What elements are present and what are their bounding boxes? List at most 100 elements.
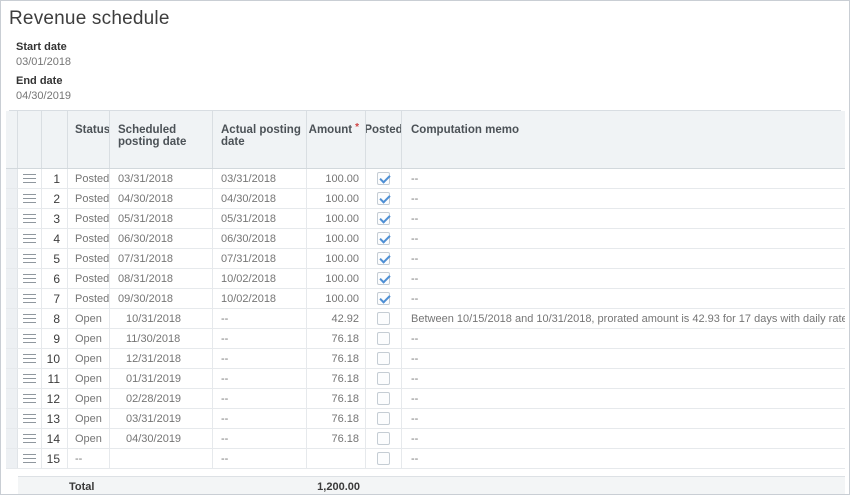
drag-handle[interactable] <box>18 409 42 428</box>
drag-handle[interactable] <box>18 229 42 248</box>
amount-cell[interactable]: 76.18 <box>307 389 366 408</box>
scheduled-date-cell[interactable]: 11/30/2018 <box>110 329 213 348</box>
row-gutter-cell <box>6 429 18 448</box>
scheduled-date-cell[interactable]: 03/31/2018 <box>110 169 213 188</box>
row-number: 4 <box>42 229 68 248</box>
amount-cell[interactable]: 100.00 <box>307 209 366 228</box>
amount-header: Amount * <box>307 111 366 168</box>
amount-cell[interactable]: 100.00 <box>307 229 366 248</box>
row-gutter-cell <box>6 289 18 308</box>
start-date-label: Start date <box>16 41 841 53</box>
table-row: 1 Posted 03/31/2018 03/31/2018 100.00 -- <box>6 169 845 189</box>
status-cell: Posted <box>68 169 110 188</box>
posted-checkbox[interactable] <box>377 312 390 325</box>
scheduled-date-cell[interactable]: 09/30/2018 <box>110 289 213 308</box>
drag-grip-icon <box>23 194 36 203</box>
scheduled-date-cell[interactable]: 01/31/2019 <box>110 369 213 388</box>
scheduled-date-cell[interactable]: 10/31/2018 <box>110 309 213 328</box>
posted-checkbox[interactable] <box>377 332 390 345</box>
row-number: 11 <box>42 369 68 388</box>
scheduled-date-cell[interactable]: 06/30/2018 <box>110 229 213 248</box>
row-gutter-cell <box>6 209 18 228</box>
amount-cell[interactable]: 42.92 <box>307 309 366 328</box>
computation-memo-cell: -- <box>402 249 845 268</box>
amount-cell[interactable]: 76.18 <box>307 369 366 388</box>
actual-date-cell: 06/30/2018 <box>213 229 307 248</box>
scheduled-date-cell[interactable]: 02/28/2019 <box>110 389 213 408</box>
posted-checkbox[interactable] <box>377 352 390 365</box>
amount-cell[interactable]: 76.18 <box>307 409 366 428</box>
drag-handle[interactable] <box>18 249 42 268</box>
amount-cell[interactable]: 100.00 <box>307 249 366 268</box>
computation-memo-cell: -- <box>402 349 845 368</box>
status-cell: Posted <box>68 249 110 268</box>
posted-checkbox[interactable] <box>377 412 390 425</box>
posted-checkbox[interactable] <box>377 252 390 265</box>
total-label: Total <box>69 481 94 493</box>
amount-cell[interactable]: 100.00 <box>307 189 366 208</box>
drag-handle[interactable] <box>18 209 42 228</box>
posted-checkbox[interactable] <box>377 172 390 185</box>
date-fields: Start date 03/01/2018 End date 04/30/201… <box>16 41 841 102</box>
row-number: 14 <box>42 429 68 448</box>
drag-handle[interactable] <box>18 269 42 288</box>
posted-checkbox[interactable] <box>377 432 390 445</box>
amount-cell[interactable]: 76.18 <box>307 349 366 368</box>
drag-handle[interactable] <box>18 349 42 368</box>
scheduled-date-cell[interactable]: 04/30/2019 <box>110 429 213 448</box>
scheduled-date-cell[interactable]: 12/31/2018 <box>110 349 213 368</box>
posted-checkbox[interactable] <box>377 392 390 405</box>
actual-date-cell: 10/02/2018 <box>213 269 307 288</box>
scheduled-date-cell[interactable]: 04/30/2018 <box>110 189 213 208</box>
amount-cell[interactable]: 100.00 <box>307 269 366 288</box>
drag-grip-icon <box>23 354 36 363</box>
drag-grip-icon <box>23 394 36 403</box>
row-gutter-cell <box>6 189 18 208</box>
row-number: 3 <box>42 209 68 228</box>
row-number: 8 <box>42 309 68 328</box>
scheduled-date-cell[interactable]: 08/31/2018 <box>110 269 213 288</box>
table-body: 1 Posted 03/31/2018 03/31/2018 100.00 --… <box>6 169 845 469</box>
scheduled-date-cell[interactable] <box>110 449 213 468</box>
status-cell: Posted <box>68 269 110 288</box>
posted-checkbox[interactable] <box>377 292 390 305</box>
drag-handle[interactable] <box>18 169 42 188</box>
posted-checkbox[interactable] <box>377 232 390 245</box>
status-cell: Open <box>68 389 110 408</box>
drag-handle[interactable] <box>18 449 42 468</box>
drag-handle[interactable] <box>18 189 42 208</box>
scheduled-date-cell[interactable]: 05/31/2018 <box>110 209 213 228</box>
row-number: 6 <box>42 269 68 288</box>
amount-cell[interactable] <box>307 449 366 468</box>
posted-cell <box>366 229 402 248</box>
drag-grip-icon <box>23 414 36 423</box>
drag-handle[interactable] <box>18 429 42 448</box>
drag-grip-icon <box>23 174 36 183</box>
posted-checkbox[interactable] <box>377 272 390 285</box>
posted-checkbox[interactable] <box>377 372 390 385</box>
drag-handle[interactable] <box>18 309 42 328</box>
scheduled-date-cell[interactable]: 03/31/2019 <box>110 409 213 428</box>
posted-cell <box>366 349 402 368</box>
required-asterisk: * <box>355 122 359 133</box>
posted-checkbox[interactable] <box>377 192 390 205</box>
scheduled-date-cell[interactable]: 07/31/2018 <box>110 249 213 268</box>
row-gutter-cell <box>6 309 18 328</box>
drag-handle[interactable] <box>18 329 42 348</box>
posted-cell <box>366 329 402 348</box>
amount-cell[interactable]: 100.00 <box>307 169 366 188</box>
drag-handle[interactable] <box>18 389 42 408</box>
total-amount: 1,200.00 <box>307 481 360 493</box>
amount-cell[interactable]: 76.18 <box>307 429 366 448</box>
row-gutter-cell <box>6 269 18 288</box>
drag-grip-icon <box>23 294 36 303</box>
actual-date-cell: -- <box>213 369 307 388</box>
posted-checkbox[interactable] <box>377 452 390 465</box>
drag-handle[interactable] <box>18 369 42 388</box>
posted-cell <box>366 269 402 288</box>
amount-cell[interactable]: 76.18 <box>307 329 366 348</box>
amount-cell[interactable]: 100.00 <box>307 289 366 308</box>
posted-checkbox[interactable] <box>377 212 390 225</box>
drag-handle[interactable] <box>18 289 42 308</box>
page-title: Revenue schedule <box>9 7 841 31</box>
